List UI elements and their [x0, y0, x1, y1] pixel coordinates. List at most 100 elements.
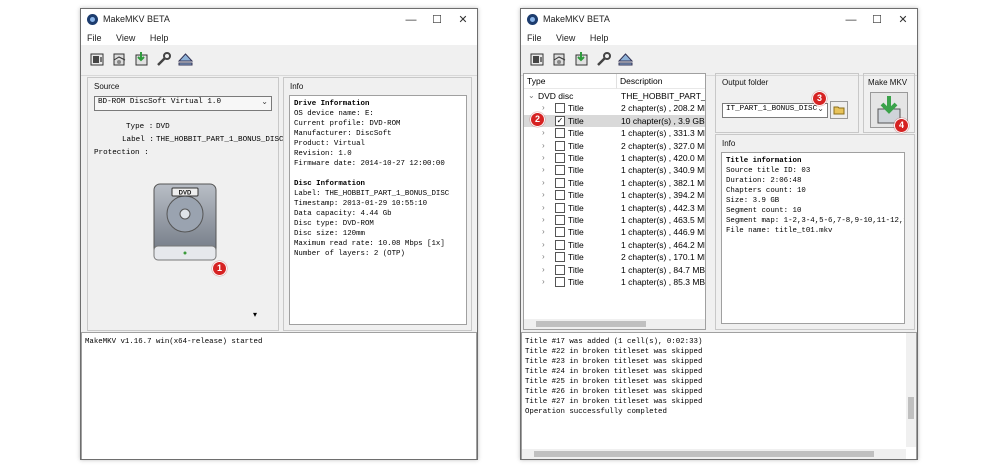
log-panel[interactable]: MakeMKV v1.16.7 win(x64-release) started	[81, 332, 477, 459]
chevron-right-icon[interactable]: ›	[542, 214, 545, 226]
title-checkbox[interactable]	[555, 190, 565, 201]
tree-title-row[interactable]: › Title 1 chapter(s) , 85.3 MB	[524, 276, 705, 288]
chevron-right-icon[interactable]: ›	[542, 164, 545, 176]
menu-help[interactable]: Help	[590, 31, 609, 45]
open-disc-icon[interactable]	[551, 51, 568, 68]
tree-title-row[interactable]: › Title 1 chapter(s) , 382.1 MB	[524, 177, 705, 189]
menu-view[interactable]: View	[556, 31, 575, 45]
open-disc-icon[interactable]	[111, 51, 128, 68]
title-type: Title	[568, 277, 584, 287]
tree-title-row[interactable]: › Title 1 chapter(s) , 420.0 MB	[524, 152, 705, 164]
minimize-icon[interactable]: —	[403, 12, 419, 28]
log-vertical-scrollbar[interactable]	[906, 333, 916, 447]
title-checkbox[interactable]	[555, 215, 565, 225]
title-checkbox[interactable]	[555, 202, 565, 213]
chevron-right-icon[interactable]: ›	[542, 189, 545, 201]
tree-title-row[interactable]: › Title 1 chapter(s) , 442.3 MB	[524, 202, 705, 214]
menu-view[interactable]: View	[116, 31, 135, 45]
title-info-line: Size: 3.9 GB	[726, 197, 780, 205]
tree-title-row[interactable]: › Title 1 chapter(s) , 446.9 MB	[524, 226, 705, 238]
save-icon[interactable]	[573, 51, 590, 68]
tree-horizontal-scrollbar[interactable]	[524, 319, 705, 329]
tree-title-row[interactable]: › Title 1 chapter(s) , 394.2 MB	[524, 189, 705, 201]
title-checkbox[interactable]: ✓	[555, 115, 565, 126]
title-checkbox[interactable]	[555, 140, 565, 151]
disc-info-heading: Disc Information	[294, 180, 365, 188]
tree-title-row[interactable]: › Title 1 chapter(s) , 340.9 MB	[524, 164, 705, 176]
title-checkbox[interactable]	[555, 103, 565, 114]
source-drive-select[interactable]: BD-ROM DiscSoft Virtual 1.0 ⌄	[94, 96, 272, 111]
tree-title-row[interactable]: › Title 1 chapter(s) , 464.2 MB	[524, 239, 705, 251]
eject-icon[interactable]	[177, 51, 194, 68]
close-icon[interactable]: ✕	[895, 12, 911, 28]
chevron-right-icon[interactable]: ›	[542, 239, 545, 251]
chevron-right-icon[interactable]: ›	[542, 177, 545, 189]
eject-icon[interactable]	[617, 51, 634, 68]
chevron-down-icon[interactable]: ⌄	[528, 90, 535, 102]
save-icon[interactable]	[133, 51, 150, 68]
tree-title-row[interactable]: › Title 2 chapter(s) , 170.1 MB	[524, 251, 705, 263]
log-line: Title #26 in broken titleset was skipped	[525, 388, 703, 396]
scrollbar-thumb[interactable]	[534, 451, 874, 457]
menu-help[interactable]: Help	[150, 31, 169, 45]
chevron-right-icon[interactable]: ›	[542, 127, 545, 139]
minimize-icon[interactable]: —	[843, 12, 859, 28]
title-info-line: Chapters count: 10	[726, 187, 806, 195]
title-checkbox[interactable]	[555, 239, 565, 250]
disc-info-line: Maximum read rate: 10.08 Mbps [1x]	[294, 240, 445, 248]
menu-file[interactable]: File	[87, 31, 102, 45]
disc-drive-button[interactable]: DVD	[152, 182, 218, 266]
tree-title-row[interactable]: › Title 1 chapter(s) , 463.5 MB	[524, 214, 705, 226]
chevron-right-icon[interactable]: ›	[542, 202, 545, 214]
menu-file[interactable]: File	[527, 31, 542, 45]
title-description: 1 chapter(s) , 464.2 MB	[621, 239, 706, 250]
chevron-right-icon[interactable]: ›	[542, 251, 545, 263]
title-checkbox[interactable]	[555, 252, 565, 263]
title-checkbox[interactable]	[555, 227, 565, 238]
title-checkbox[interactable]	[555, 128, 565, 139]
maximize-icon[interactable]: ☐	[429, 12, 445, 28]
log-line: Title #27 in broken titleset was skipped	[525, 398, 703, 406]
title-info-line: Segment map: 1-2,3-4,5-6,7-8,9-10,11-12,…	[726, 217, 905, 225]
open-files-icon[interactable]	[529, 51, 546, 68]
chevron-right-icon[interactable]: ›	[542, 152, 545, 164]
chevron-right-icon[interactable]: ›	[542, 102, 545, 114]
title-checkbox[interactable]	[555, 264, 565, 275]
open-files-icon[interactable]	[89, 51, 106, 68]
close-icon[interactable]: ✕	[455, 12, 471, 28]
title-checkbox[interactable]	[555, 165, 565, 176]
chevron-right-icon[interactable]: ›	[542, 264, 545, 276]
toolbar	[81, 45, 477, 76]
expand-arrow-icon[interactable]: ▾	[253, 310, 257, 319]
title-tree[interactable]: Type Description ⌄ DVD disc THE_HOBBIT_P…	[523, 73, 706, 330]
scrollbar-thumb[interactable]	[536, 321, 646, 327]
tree-title-row[interactable]: › Title 1 chapter(s) , 331.3 MB	[524, 127, 705, 139]
drive-info-heading: Drive Information	[294, 100, 370, 108]
column-header-description[interactable]: Description	[617, 74, 705, 89]
settings-wrench-icon[interactable]	[155, 51, 172, 68]
title-description: 1 chapter(s) , 84.7 MB	[621, 264, 706, 275]
log-horizontal-scrollbar[interactable]	[522, 449, 906, 459]
title-checkbox[interactable]	[555, 277, 565, 287]
title-description: 1 chapter(s) , 442.3 MB	[621, 202, 706, 213]
log-panel[interactable]: Title #17 was added (1 cell(s), 0:02:33)…	[521, 332, 917, 459]
chevron-right-icon[interactable]: ›	[542, 140, 545, 152]
settings-wrench-icon[interactable]	[595, 51, 612, 68]
log-line: Title #17 was added (1 cell(s), 0:02:33)	[525, 338, 703, 346]
maximize-icon[interactable]: ☐	[869, 12, 885, 28]
tree-title-row[interactable]: ›✓Title10 chapter(s) , 3.9 GB	[524, 114, 705, 128]
output-folder-select[interactable]: IT_PART_1_BONUS_DISC ⌄	[722, 103, 828, 118]
tree-title-row[interactable]: › Title 2 chapter(s) , 208.2 MB	[524, 102, 705, 114]
title-checkbox[interactable]	[555, 177, 565, 188]
tree-title-row[interactable]: › Title 2 chapter(s) , 327.0 MB	[524, 140, 705, 152]
chevron-right-icon[interactable]: ›	[542, 276, 545, 288]
scrollbar-thumb[interactable]	[908, 397, 914, 419]
chevron-right-icon[interactable]: ›	[542, 226, 545, 238]
window-title: MakeMKV BETA	[543, 14, 610, 24]
browse-folder-button[interactable]	[830, 101, 848, 119]
title-checkbox[interactable]	[555, 153, 565, 163]
tree-title-row[interactable]: › Title 1 chapter(s) , 84.7 MB	[524, 264, 705, 276]
column-header-type[interactable]: Type	[524, 74, 617, 89]
title-type: Title	[568, 153, 584, 163]
tree-root-dvd-disc[interactable]: ⌄ DVD disc THE_HOBBIT_PART_1_B	[524, 90, 705, 102]
